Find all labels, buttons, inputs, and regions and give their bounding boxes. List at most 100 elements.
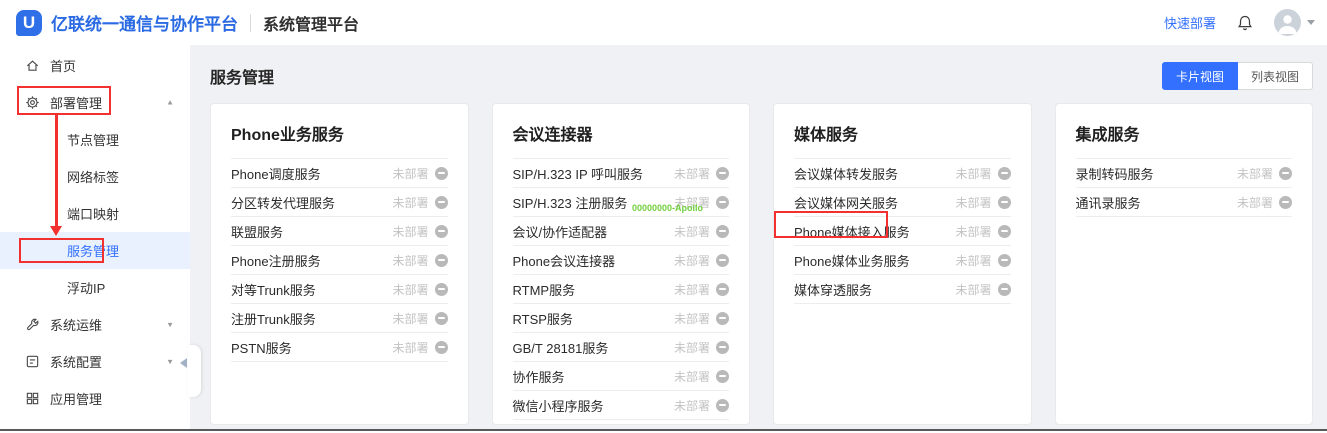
sidebar-item-label: 应用管理 (50, 392, 103, 407)
service-name: RTSP服务 (512, 311, 573, 327)
service-row[interactable]: 通讯录服务 未部署 (1075, 188, 1292, 217)
sidebar-item-floating-ip[interactable]: 浮动IP (0, 269, 190, 306)
list-view-button[interactable]: 列表视图 (1237, 62, 1313, 90)
service-row[interactable]: 对等Trunk服务 未部署 (231, 275, 448, 304)
status-not-deployed-icon (1279, 166, 1292, 180)
view-toggle: 卡片视图 列表视图 (1161, 62, 1313, 90)
service-row[interactable]: 会议媒体网关服务 未部署 (794, 188, 1011, 217)
card-title: 会议连接器 (512, 104, 729, 159)
sidebar-collapse-handle[interactable] (180, 345, 201, 397)
card-title: Phone业务服务 (231, 104, 448, 159)
service-row[interactable]: RTSP服务 未部署 (512, 304, 729, 333)
top-header: U 亿联统一通信与协作平台 系统管理平台 快速部署 (0, 0, 1327, 45)
wrench-icon (24, 317, 40, 333)
service-name: 对等Trunk服务 (231, 282, 316, 298)
sidebar-item-app-mgmt[interactable]: 应用管理 (0, 380, 190, 417)
service-status-label: 未部署 (955, 253, 992, 268)
product-title: 系统管理平台 (263, 16, 360, 34)
card-view-button[interactable]: 卡片视图 (1161, 62, 1238, 90)
service-row[interactable]: Phone调度服务 未部署 (231, 159, 448, 188)
brand-logo-icon: U (16, 9, 42, 36)
service-row[interactable]: 会议/协作适配器 未部署 (512, 217, 729, 246)
sidebar-item-service-mgmt[interactable]: 服务管理 (0, 232, 190, 269)
service-row[interactable]: 联盟服务 未部署 (231, 217, 448, 246)
service-row[interactable]: 分区转发代理服务 未部署 (231, 188, 448, 217)
sidebar-item-label: 首页 (50, 59, 77, 74)
service-name: 媒体穿透服务 (794, 282, 873, 298)
chevron-up-icon: ▲ (166, 98, 174, 107)
app-grid-icon (24, 391, 40, 407)
window-bottom-edge (0, 429, 1327, 431)
service-name: 会议媒体网关服务 (794, 195, 899, 211)
notification-bell-icon[interactable] (1236, 14, 1254, 32)
service-row[interactable]: Phone会议连接器 未部署 (512, 246, 729, 275)
service-row[interactable]: GB/T 28181服务 未部署 (512, 333, 729, 362)
watermark-text: 00000000-Apollo (631, 203, 703, 213)
sidebar-item-home[interactable]: 首页 (0, 47, 190, 84)
card-media-services: 媒体服务 会议媒体转发服务 未部署 会议媒体网关服务 未部署 Phone媒体接入… (773, 103, 1032, 425)
status-not-deployed-icon (997, 195, 1011, 209)
status-not-deployed-icon (434, 224, 448, 238)
gear-icon (24, 95, 40, 111)
service-name: 通讯录服务 (1075, 195, 1141, 211)
service-row[interactable]: RTMP服务 未部署 (512, 275, 729, 304)
sidebar-item-deploy[interactable]: 部署管理 ▲ (0, 84, 190, 121)
service-row[interactable]: 会议媒体转发服务 未部署 (794, 159, 1011, 188)
service-row[interactable]: SIP/H.323 IP 呼叫服务 未部署 (512, 159, 729, 188)
service-row[interactable]: 注册Trunk服务 未部署 (231, 304, 448, 333)
sidebar-item-system-config[interactable]: 系统配置 ▼ (0, 343, 190, 380)
status-not-deployed-icon (716, 224, 729, 238)
status-not-deployed-icon (716, 369, 729, 383)
service-name: GB/T 28181服务 (512, 340, 609, 356)
service-status-label: 未部署 (673, 224, 710, 239)
service-row[interactable]: 录制转码服务 未部署 (1075, 159, 1292, 188)
sidebar-item-system-ops[interactable]: 系统运维 ▼ (0, 306, 190, 343)
sidebar-item-label: 端口映射 (67, 207, 120, 222)
status-not-deployed-icon (434, 195, 448, 209)
service-status-label: 未部署 (392, 253, 429, 268)
sidebar-nav: 首页 部署管理 ▲ 节点管理 网络标签 端口映射 服务管理 浮动IP 系统运维 … (0, 45, 190, 429)
service-name: Phone媒体业务服务 (794, 253, 910, 269)
service-name: 会议/协作适配器 (512, 224, 608, 240)
service-status-label: 未部署 (392, 282, 429, 297)
sidebar-item-label: 服务管理 (67, 244, 120, 259)
service-row[interactable]: 微信小程序服务 未部署 (512, 391, 729, 420)
service-row[interactable]: 协作服务 未部署 (512, 362, 729, 391)
sidebar-item-port-mapping[interactable]: 端口映射 (0, 195, 190, 232)
sidebar-item-network-label[interactable]: 网络标签 (0, 158, 190, 195)
service-row[interactable]: PSTN服务 未部署 (231, 333, 448, 362)
service-status-label: 未部署 (673, 311, 710, 326)
header-divider (250, 13, 251, 32)
user-avatar[interactable] (1274, 9, 1301, 36)
service-name: Phone会议连接器 (512, 253, 616, 269)
status-not-deployed-icon (997, 166, 1011, 180)
service-name: 微信小程序服务 (512, 398, 604, 414)
card-title: 集成服务 (1075, 104, 1292, 159)
chevron-left-icon (180, 358, 187, 368)
quick-deploy-link[interactable]: 快速部署 (1164, 13, 1216, 32)
status-not-deployed-icon (1279, 195, 1292, 209)
service-name: 联盟服务 (231, 224, 284, 240)
service-name: 协作服务 (512, 369, 565, 385)
status-not-deployed-icon (434, 340, 448, 354)
service-name: 录制转码服务 (1075, 166, 1154, 182)
home-icon (24, 58, 40, 74)
chevron-down-icon: ▼ (166, 357, 174, 366)
sidebar-item-node-mgmt[interactable]: 节点管理 (0, 121, 190, 158)
service-status-label: 未部署 (1236, 166, 1273, 181)
user-caret-down-icon (1307, 20, 1315, 25)
sidebar-item-label: 系统运维 (50, 318, 103, 333)
service-row[interactable]: 媒体穿透服务 未部署 (794, 275, 1011, 304)
status-not-deployed-icon (997, 224, 1011, 238)
user-menu[interactable] (1274, 9, 1315, 36)
service-name: 分区转发代理服务 (231, 195, 336, 211)
service-row[interactable]: Phone媒体业务服务 未部署 (794, 246, 1011, 275)
service-row[interactable]: Phone媒体接入服务 未部署 (794, 217, 1011, 246)
status-not-deployed-icon (716, 398, 729, 412)
service-row[interactable]: Phone注册服务 未部署 (231, 246, 448, 275)
settings-doc-icon (24, 354, 40, 370)
service-name: SIP/H.323 注册服务 (512, 195, 628, 211)
service-status-label: 未部署 (955, 166, 992, 181)
status-not-deployed-icon (434, 311, 448, 325)
chevron-down-icon: ▼ (166, 320, 174, 329)
